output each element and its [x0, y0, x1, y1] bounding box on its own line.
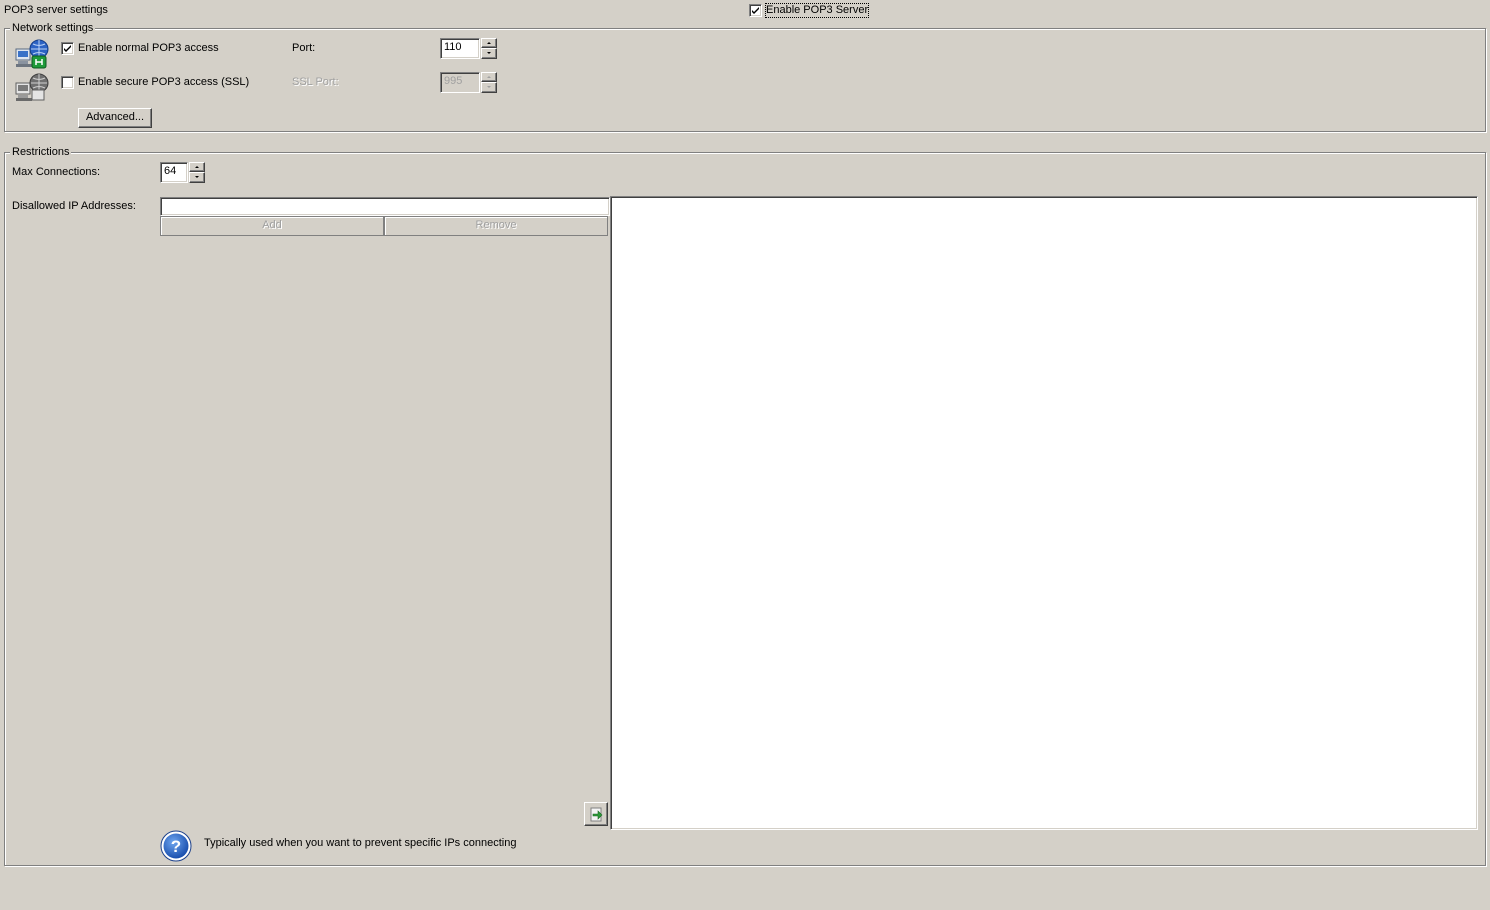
- enable-secure-pop3-label[interactable]: Enable secure POP3 access (SSL): [78, 76, 249, 89]
- question-help-icon: ?: [160, 830, 192, 862]
- move-to-list-button[interactable]: [584, 802, 608, 826]
- port-spin-down[interactable]: [481, 48, 497, 59]
- page-title: POP3 server settings: [4, 4, 108, 16]
- enable-pop3-server-label[interactable]: Enable POP3 Server: [764, 3, 870, 18]
- enable-pop3-server-checkbox[interactable]: [749, 4, 762, 17]
- port-input[interactable]: 110: [440, 38, 480, 59]
- add-ip-button[interactable]: Add: [160, 216, 384, 236]
- enable-secure-pop3-checkbox[interactable]: [61, 76, 74, 89]
- network-computer-icon: [14, 37, 50, 69]
- svg-text:?: ?: [171, 837, 181, 856]
- port-spin-up[interactable]: [481, 38, 497, 48]
- max-connections-spin-up[interactable]: [189, 162, 205, 172]
- network-computer-disabled-icon: [14, 71, 50, 103]
- checkmark-icon: [64, 45, 71, 52]
- network-settings-title: Network settings: [10, 22, 96, 35]
- port-label: Port:: [292, 42, 316, 54]
- restrictions-title: Restrictions: [10, 146, 72, 159]
- max-connections-label: Max Connections:: [12, 166, 101, 178]
- ssl-port-spinner[interactable]: [481, 72, 497, 93]
- enable-normal-pop3-checkbox[interactable]: [61, 42, 74, 55]
- advanced-button[interactable]: Advanced...: [78, 108, 152, 128]
- arrow-right-icon: [590, 807, 603, 822]
- max-connections-spin-down[interactable]: [189, 172, 205, 183]
- ssl-port-spin-down[interactable]: [481, 82, 497, 93]
- remove-ip-button[interactable]: Remove: [384, 216, 608, 236]
- max-connections-input[interactable]: 64: [160, 162, 188, 183]
- enable-normal-pop3-label[interactable]: Enable normal POP3 access: [78, 42, 219, 55]
- checkmark-icon: [752, 7, 759, 14]
- disallowed-ip-label: Disallowed IP Addresses:: [12, 200, 136, 212]
- disallowed-ip-list[interactable]: [610, 196, 1478, 830]
- info-text: Typically used when you want to prevent …: [204, 837, 517, 849]
- max-connections-spinner[interactable]: [189, 162, 205, 183]
- port-spinner[interactable]: [481, 38, 497, 59]
- ssl-port-spin-up[interactable]: [481, 72, 497, 82]
- ip-address-input[interactable]: [160, 197, 610, 216]
- ssl-port-input[interactable]: 995: [440, 72, 480, 93]
- ssl-port-label: SSL Port:: [292, 76, 339, 88]
